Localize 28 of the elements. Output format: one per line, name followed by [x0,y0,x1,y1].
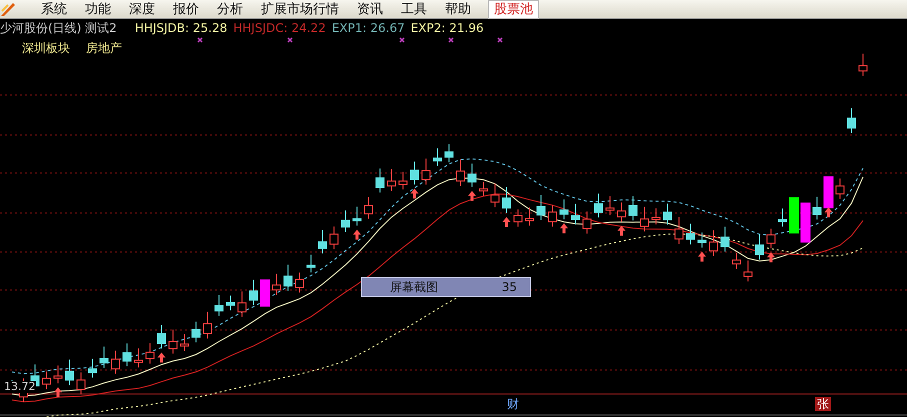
menu-item[interactable]: 帮助 [444,0,472,18]
menu-item[interactable]: 深度 [128,0,156,18]
sector-tag: 房地产 [86,40,122,57]
cross-marker-icon [197,37,203,43]
chart-title: 少河股份(日线) 测试2 [0,20,117,36]
price-label: 13.72 [4,381,36,393]
tooltip-value: 35 [502,280,517,294]
menu-item[interactable]: 报价 [172,0,200,18]
indicator-reading: HHJSJDB: 25.28 [134,21,228,35]
menu-item[interactable]: 系统 [40,0,68,18]
menu-item[interactable]: 股票池 [488,0,539,18]
menu-item[interactable]: 功能 [84,0,112,18]
indicator-reading: EXP1: 26.67 [332,21,405,35]
menu-item[interactable]: 分析 [216,0,244,18]
menu-item[interactable]: 扩展市场行情 [260,0,340,18]
menu-item[interactable]: 工具 [400,0,428,18]
event-marker: 张 [815,397,831,411]
indicator-reading: HHJSJDC: 24.22 [233,21,326,35]
sector-tag: 深圳板块 [22,40,70,57]
cross-marker-icon [497,37,503,43]
indicator-reading: EXP2: 21.96 [410,21,484,35]
app-logo-icon [0,1,16,17]
tooltip-label: 屏幕截图 [390,278,438,296]
event-marker: 财 [506,397,520,411]
cross-marker-icon [287,37,293,43]
menu-item[interactable]: 资讯 [356,0,384,18]
cross-marker-icon [399,37,405,43]
cross-marker-icon [448,37,454,43]
